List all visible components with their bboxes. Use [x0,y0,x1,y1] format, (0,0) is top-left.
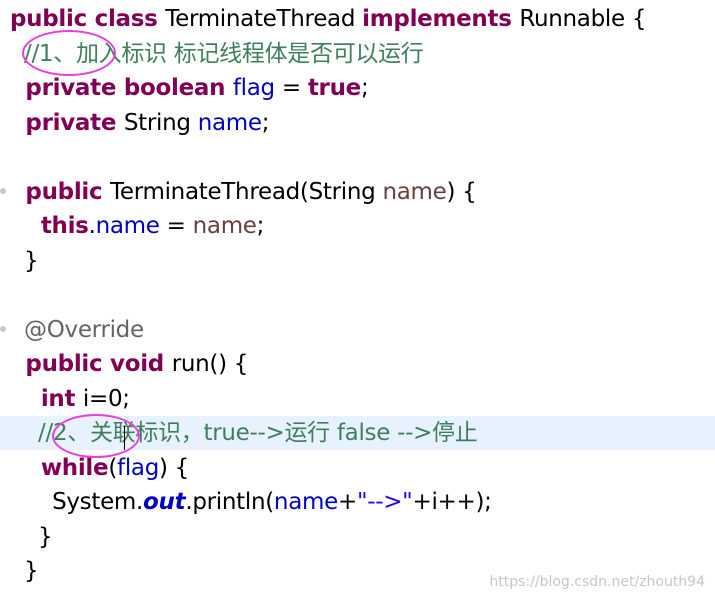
code-token: "-->" [356,489,413,515]
code-token: System. [10,489,144,515]
fold-marker-icon[interactable] [0,188,6,194]
code-token: name [273,489,338,515]
code-line[interactable]: } [0,244,715,278]
code-token: ( [108,454,118,481]
code-token: . [88,213,96,239]
code-token: run() { [171,351,249,377]
code-line[interactable] [0,140,715,174]
code-line[interactable]: while(flag) { [0,451,715,485]
code-token: //2、关联标识，true-->运行 false -->停止 [10,420,478,446]
code-token: out [143,489,186,515]
code-line[interactable]: System.out.println(name+"-->"+i++); [0,485,715,519]
code-token: flag [117,454,159,481]
code-token: TerminateThread(String [110,178,383,205]
code-editor[interactable]: public class TerminateThread implements … [0,0,715,598]
code-token: private [10,109,124,136]
code-token: } [10,558,39,584]
code-token: name [382,178,447,205]
code-token: name [197,109,262,136]
watermark: https://blog.csdn.net/zhouth94 [489,574,705,590]
code-line[interactable]: //1、加入标识 标记线程体是否可以运行 [0,37,715,71]
code-token: ; [261,109,270,136]
code-line[interactable]: private boolean flag = true; [0,71,715,105]
code-token: implements [362,6,520,32]
code-token: Runnable { [519,6,647,32]
code-token: ; [256,213,265,239]
code-token: while [10,454,109,481]
code-token: = [274,75,308,101]
code-token: public [10,178,111,205]
text-caret [124,426,125,450]
code-line[interactable] [0,278,715,312]
code-token: true [307,75,361,101]
code-token: +i++); [412,489,492,515]
code-token: public class [10,6,166,32]
code-token: TerminateThread [165,6,363,32]
code-token: int [10,385,83,412]
code-token: //1、加入标识 标记线程体是否可以运行 [10,40,424,67]
code-token: = [159,213,193,239]
code-token: this [10,213,89,239]
code-token: ; [360,75,369,101]
code-token: ) { [446,178,477,205]
code-line[interactable]: private String name; [0,106,715,140]
code-token: ) { [159,454,190,481]
fold-marker-icon[interactable] [0,326,6,332]
code-line[interactable]: public TerminateThread(String name) { [0,175,715,209]
code-line[interactable]: int i=0; [0,382,715,416]
code-token: i=0; [82,385,130,412]
code-token: private boolean [10,75,233,101]
code-line[interactable]: } [0,520,715,554]
code-token: name [192,213,257,239]
code-line[interactable]: public class TerminateThread implements … [0,2,715,36]
code-token: String [123,109,198,136]
code-token: } [10,523,53,550]
code-token: .println( [185,489,274,515]
code-token: name [95,213,160,239]
code-line[interactable]: //2、关联标识，true-->运行 false -->停止 [0,416,715,450]
code-token: public void [10,351,172,377]
code-token: flag [232,75,275,101]
code-token: + [337,489,357,515]
code-line[interactable]: @Override [0,313,715,347]
code-token: @Override [10,316,144,343]
code-line[interactable]: this.name = name; [0,209,715,243]
code-line[interactable]: public void run() { [0,347,715,381]
code-token: } [10,247,39,274]
